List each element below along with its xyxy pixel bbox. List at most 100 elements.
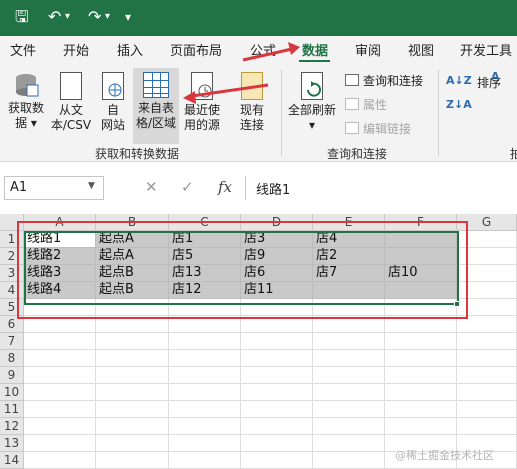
tab-home[interactable]: 开始 (63, 40, 89, 59)
cell-b14[interactable] (96, 452, 169, 469)
save-icon[interactable]: 🖫 (15, 8, 29, 26)
recent-sources-button[interactable]: 最近使 用的源 (181, 72, 223, 144)
customize-toolbar-icon[interactable]: ▾ (125, 8, 131, 26)
cell-g5[interactable] (457, 299, 517, 316)
cell-f5[interactable] (385, 299, 457, 316)
redo-dropdown-icon[interactable]: ▾ (105, 8, 110, 26)
cell-e2[interactable]: 店2 (313, 248, 385, 265)
cell-e13[interactable] (313, 435, 385, 452)
cell-f3[interactable]: 店10 (385, 265, 457, 282)
cell-a2[interactable]: 线路2 (24, 248, 96, 265)
cell-b13[interactable] (96, 435, 169, 452)
undo-icon[interactable]: ↶ (48, 8, 61, 26)
undo-dropdown-icon[interactable]: ▾ (65, 8, 70, 26)
cell-e5[interactable] (313, 299, 385, 316)
row-header-5[interactable]: 5 (0, 299, 24, 316)
cell-b11[interactable] (96, 401, 169, 418)
cell-b9[interactable] (96, 367, 169, 384)
cell-e1[interactable]: 店4 (313, 231, 385, 248)
row-header-10[interactable]: 10 (0, 384, 24, 401)
column-header-d[interactable]: D (241, 214, 313, 231)
row-header-7[interactable]: 7 (0, 333, 24, 350)
select-all-corner[interactable] (0, 214, 24, 231)
cell-a6[interactable] (24, 316, 96, 333)
cell-b1[interactable]: 起点A (96, 231, 169, 248)
cell-b12[interactable] (96, 418, 169, 435)
cell-d7[interactable] (241, 333, 313, 350)
row-header-4[interactable]: 4 (0, 282, 24, 299)
cell-a13[interactable] (24, 435, 96, 452)
cell-e10[interactable] (313, 384, 385, 401)
cell-d8[interactable] (241, 350, 313, 367)
cell-d10[interactable] (241, 384, 313, 401)
cell-a12[interactable] (24, 418, 96, 435)
cell-b8[interactable] (96, 350, 169, 367)
cell-e4[interactable] (313, 282, 385, 299)
cell-a8[interactable] (24, 350, 96, 367)
cell-e7[interactable] (313, 333, 385, 350)
cell-f8[interactable] (385, 350, 457, 367)
cell-d2[interactable]: 店9 (241, 248, 313, 265)
cancel-icon[interactable]: ✕ (145, 178, 158, 196)
row-header-3[interactable]: 3 (0, 265, 24, 282)
edit-links-item[interactable]: 编辑链接 (345, 120, 411, 137)
get-data-button[interactable]: 获取数 据 ▾ (3, 72, 49, 144)
row-header-2[interactable]: 2 (0, 248, 24, 265)
cell-g11[interactable] (457, 401, 517, 418)
cell-f2[interactable] (385, 248, 457, 265)
cell-g10[interactable] (457, 384, 517, 401)
cell-f9[interactable] (385, 367, 457, 384)
cell-c6[interactable] (169, 316, 241, 333)
tab-file[interactable]: 文件 (10, 40, 36, 59)
cell-c8[interactable] (169, 350, 241, 367)
cell-a9[interactable] (24, 367, 96, 384)
cell-f6[interactable] (385, 316, 457, 333)
cell-a4[interactable]: 线路4 (24, 282, 96, 299)
cell-e9[interactable] (313, 367, 385, 384)
row-header-13[interactable]: 13 (0, 435, 24, 452)
cell-g6[interactable] (457, 316, 517, 333)
existing-connections-button[interactable]: 现有 连接 (233, 72, 271, 144)
properties-item[interactable]: 属性 (345, 96, 387, 113)
tab-data[interactable]: 数据 (302, 40, 328, 59)
sort-az-icon[interactable]: A↓Z (446, 74, 472, 87)
cell-a7[interactable] (24, 333, 96, 350)
refresh-all-button[interactable]: 全部刷新 ▾ (286, 72, 338, 144)
cell-f12[interactable] (385, 418, 457, 435)
from-table-range-button[interactable]: 来自表 格/区域 (133, 68, 179, 144)
cell-c10[interactable] (169, 384, 241, 401)
cell-b7[interactable] (96, 333, 169, 350)
row-header-11[interactable]: 11 (0, 401, 24, 418)
column-header-c[interactable]: C (169, 214, 241, 231)
cell-c14[interactable] (169, 452, 241, 469)
fill-handle[interactable] (454, 301, 460, 307)
cell-a3[interactable]: 线路3 (24, 265, 96, 282)
tab-developer[interactable]: 开发工具 (460, 40, 512, 59)
row-header-12[interactable]: 12 (0, 418, 24, 435)
cell-d3[interactable]: 店6 (241, 265, 313, 282)
cell-b2[interactable]: 起点A (96, 248, 169, 265)
cell-d9[interactable] (241, 367, 313, 384)
tab-view[interactable]: 视图 (408, 40, 434, 59)
cell-a5[interactable] (24, 299, 96, 316)
redo-icon[interactable]: ↷ (88, 8, 101, 26)
cell-b10[interactable] (96, 384, 169, 401)
cell-d13[interactable] (241, 435, 313, 452)
row-header-6[interactable]: 6 (0, 316, 24, 333)
from-web-button[interactable]: 自 网站 (95, 72, 131, 144)
sort-za-icon[interactable]: Z↓A (446, 98, 472, 111)
insert-function-icon[interactable]: fx (218, 178, 232, 196)
row-header-8[interactable]: 8 (0, 350, 24, 367)
from-text-csv-button[interactable]: 从文 本/CSV (50, 72, 92, 144)
cell-c2[interactable]: 店5 (169, 248, 241, 265)
cell-e11[interactable] (313, 401, 385, 418)
cell-f4[interactable] (385, 282, 457, 299)
cell-g4[interactable] (457, 282, 517, 299)
filter-az-icon[interactable]: A (491, 70, 500, 83)
cell-a14[interactable] (24, 452, 96, 469)
cell-a1[interactable]: 线路1 (24, 231, 96, 248)
cell-c11[interactable] (169, 401, 241, 418)
cell-c1[interactable]: 店1 (169, 231, 241, 248)
tab-insert[interactable]: 插入 (117, 40, 143, 59)
cell-d5[interactable] (241, 299, 313, 316)
